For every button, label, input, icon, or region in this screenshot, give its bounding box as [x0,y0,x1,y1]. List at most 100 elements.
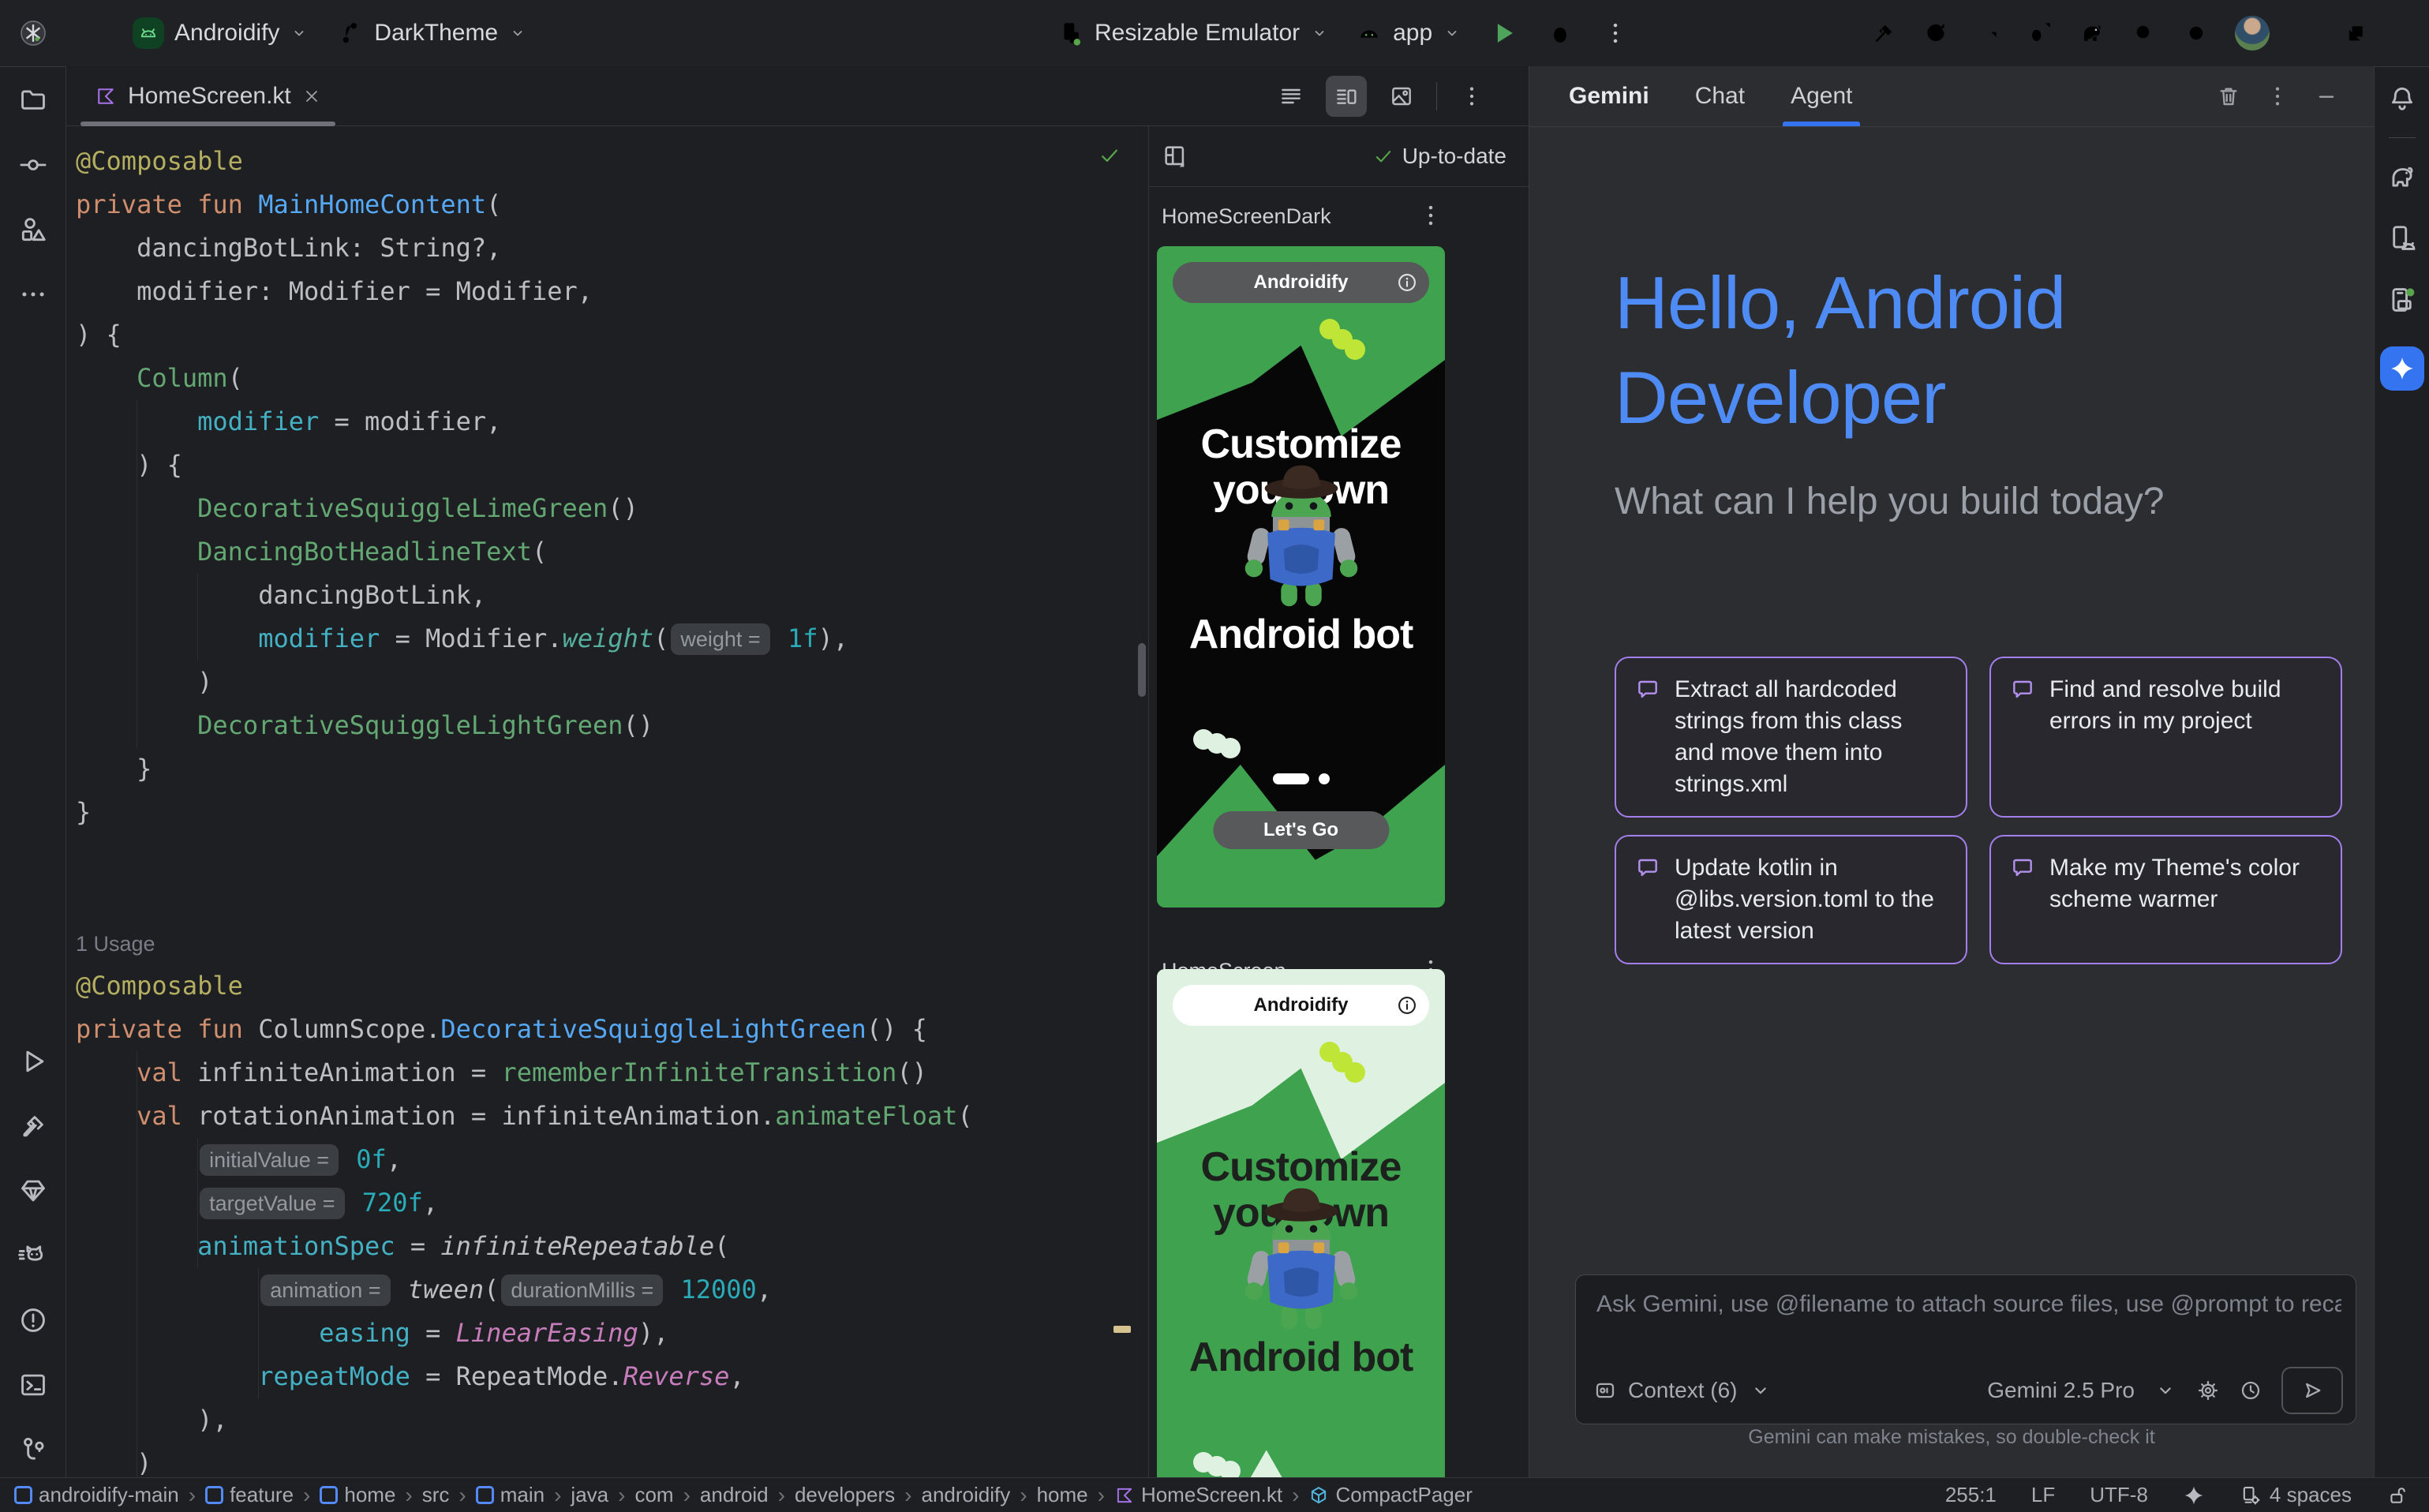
delete-conversation-icon[interactable] [2216,84,2241,109]
project-tool-icon[interactable] [18,85,48,115]
inspections-ok-icon[interactable] [1098,144,1121,167]
hide-panel-icon[interactable] [2314,84,2339,109]
file-encoding[interactable]: UTF-8 [2090,1483,2148,1507]
breadcrumb-item[interactable]: com [634,1483,673,1507]
code-line[interactable]: ), [76,1398,1117,1442]
code-line[interactable]: val infiniteAnimation = rememberInfinite… [76,1051,1117,1095]
preview-homescreen[interactable]: Androidify Customize your own Android bo… [1157,969,1445,1477]
split-view-button[interactable] [1326,76,1367,117]
code-line[interactable]: targetValue = 720f, [76,1181,1117,1225]
suggestion-card[interactable]: Update kotlin in @libs.version.toml to t… [1615,835,1967,964]
notifications-icon[interactable] [2387,84,2417,114]
caret-position[interactable]: 255:1 [1945,1483,1997,1507]
more-actions-icon[interactable] [1602,20,1629,47]
breadcrumb-item[interactable]: developers [795,1483,895,1507]
device-selector[interactable]: Resizable Emulator [1057,20,1329,47]
preview-homescreendark[interactable]: Androidify Customize your own Android bo… [1157,246,1445,908]
code-line[interactable]: modifier = modifier, [76,400,1117,443]
code-line[interactable]: DancingBotHeadlineText( [76,530,1117,574]
code-line[interactable]: dancingBotLink: String?, [76,226,1117,270]
design-view-button[interactable] [1381,76,1422,117]
gradle-icon[interactable] [2387,162,2417,192]
breadcrumb-item[interactable]: HomeScreen.kt [1114,1483,1282,1507]
tab-agent[interactable]: Agent [1791,66,1852,126]
preview-menu-icon[interactable] [1417,202,1444,229]
running-devices-icon[interactable] [2387,285,2417,315]
breadcrumb-item[interactable]: feature [205,1483,294,1507]
breadcrumb-item[interactable]: androidify [922,1483,1011,1507]
editor-options-icon[interactable] [1451,76,1492,117]
gradle-sync-icon[interactable] [2079,20,2105,47]
breadcrumb-item[interactable]: home [1037,1483,1088,1507]
breadcrumb-item[interactable]: main [476,1483,545,1507]
code-view-button[interactable] [1271,76,1312,117]
terminal-icon[interactable] [18,1370,48,1400]
suggestion-card[interactable]: Make my Theme's color scheme warmer [1989,835,2342,964]
code-line[interactable]: repeatMode = RepeatMode.Reverse, [76,1355,1117,1398]
breadcrumb-item[interactable]: java [571,1483,608,1507]
app-quality-insights-icon[interactable] [18,1176,48,1206]
apply-changes-icon[interactable] [1922,20,1949,47]
window-minimize-icon[interactable] [2295,21,2319,45]
breadcrumb-item[interactable]: home [320,1483,395,1507]
gemini-options-icon[interactable] [2265,84,2290,109]
profiler-icon[interactable] [1974,20,2001,47]
gemini-settings-icon[interactable] [2196,1379,2220,1402]
user-avatar[interactable] [2235,16,2270,51]
build-tool-icon[interactable] [18,1111,48,1141]
code-line[interactable]: DecorativeSquiggleLimeGreen() [76,487,1117,530]
tab-chat[interactable]: Chat [1695,66,1745,126]
tab-homescreen-kt[interactable]: HomeScreen.kt [76,66,340,126]
search-everywhere-icon[interactable] [2131,20,2158,47]
code-line[interactable]: private fun ColumnScope.DecorativeSquigg… [76,1008,1117,1051]
code-line[interactable]: } [76,791,1117,834]
code-line[interactable] [76,878,1117,921]
code-line[interactable]: ) [76,661,1117,704]
commit-tool-icon[interactable] [18,150,48,180]
code-line[interactable]: @Composable [76,964,1117,1008]
code-line[interactable]: modifier = Modifier.weight(weight = 1f), [76,617,1117,661]
lock-icon[interactable] [2386,1484,2408,1506]
run-configuration-selector[interactable]: app [1356,20,1462,47]
model-selector[interactable]: Gemini 2.5 Pro [1987,1378,2135,1403]
vcs-branch-widget[interactable]: DarkTheme [337,20,527,47]
code-line[interactable]: private fun MainHomeContent( [76,183,1117,226]
main-menu-icon[interactable] [77,20,104,47]
code-line[interactable]: DecorativeSquiggleLightGreen() [76,704,1117,747]
window-restore-icon[interactable] [2344,21,2367,45]
breadcrumb-item[interactable]: src [422,1483,450,1507]
code-line[interactable]: easing = LinearEasing), [76,1312,1117,1355]
code-line[interactable]: modifier: Modifier = Modifier, [76,270,1117,313]
code-editor[interactable]: @Composableprivate fun MainHomeContent( … [66,126,1148,1477]
code-line[interactable]: val rotationAnimation = infiniteAnimatio… [76,1095,1117,1138]
logcat-icon[interactable] [18,1241,48,1271]
breadcrumb-item[interactable]: androidify-main [14,1483,179,1507]
window-close-icon[interactable] [2393,21,2416,45]
code-line[interactable]: ) { [76,443,1117,487]
line-separator[interactable]: LF [2031,1483,2055,1507]
run-button[interactable] [1488,18,1518,48]
attach-debugger-icon[interactable] [2027,20,2053,47]
send-button[interactable] [2281,1367,2343,1414]
code-line[interactable]: animationSpec = infiniteRepeatable( [76,1225,1117,1268]
code-area[interactable]: @Composableprivate fun MainHomeContent( … [76,140,1117,1477]
problems-icon[interactable] [18,1305,48,1335]
preview-layout-icon[interactable] [1162,143,1188,170]
build-icon[interactable] [1870,20,1897,47]
breadcrumb-item[interactable]: CompactPager [1308,1483,1472,1507]
device-manager-icon[interactable] [2387,223,2417,253]
version-control-icon[interactable] [18,1435,48,1465]
attach-context-icon[interactable] [1593,1379,1617,1402]
code-line[interactable]: ) [76,1442,1117,1477]
resource-manager-icon[interactable] [18,215,48,245]
code-line[interactable]: animation = tween(durationMillis = 12000… [76,1268,1117,1312]
settings-icon[interactable] [2183,20,2210,47]
gemini-prompt-input[interactable]: Ask Gemini, use @filename to attach sour… [1575,1274,2356,1424]
preview-label-homescreendark[interactable]: HomeScreenDark [1162,200,1331,232]
code-line[interactable] [76,834,1117,878]
indent-widget[interactable]: 4 spaces [2240,1483,2352,1507]
gemini-status-icon[interactable] [2183,1484,2205,1506]
more-tool-windows-icon[interactable] [18,279,48,309]
code-line[interactable]: 1 Usage [76,921,1117,964]
breadcrumb-item[interactable]: android [700,1483,769,1507]
